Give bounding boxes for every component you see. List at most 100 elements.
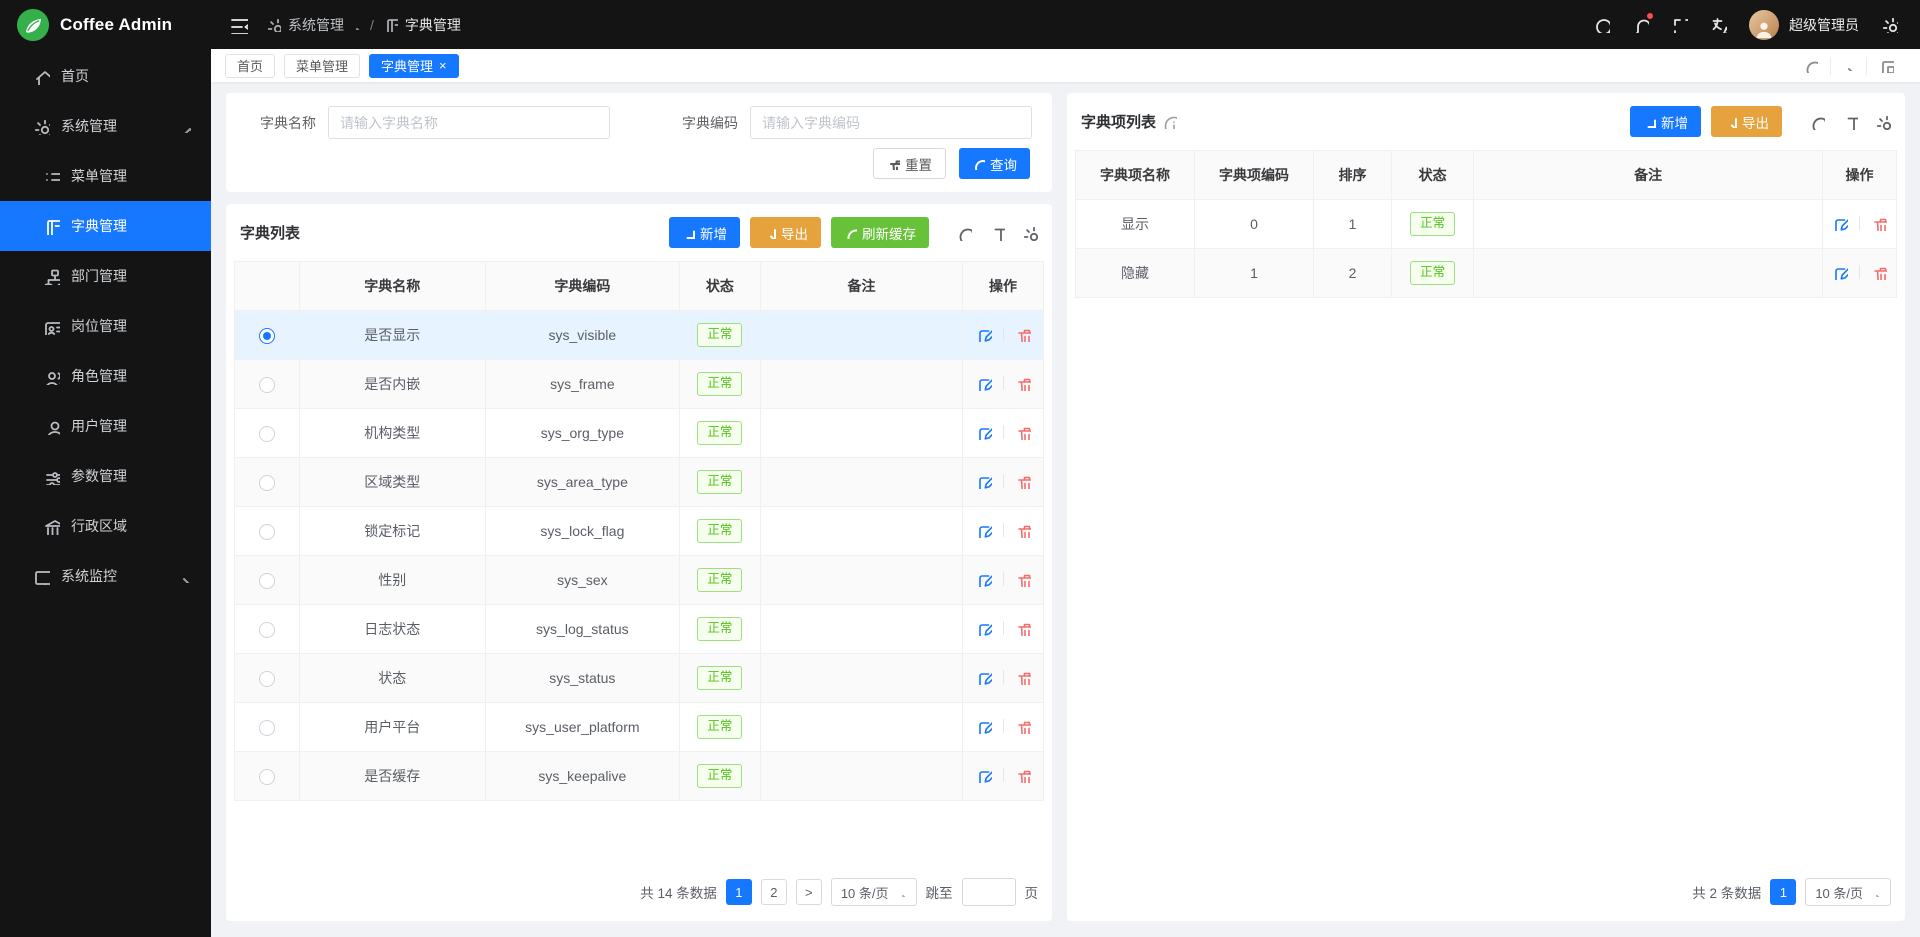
row-radio[interactable] [259,328,275,344]
delete-icon[interactable] [1015,571,1031,587]
edit-icon[interactable] [976,326,992,342]
export-button[interactable]: 导出 [750,217,821,248]
settings-gear-icon[interactable] [1881,16,1898,33]
sidebar-group-system[interactable]: 系统管理 [0,101,211,151]
edit-icon[interactable] [976,522,992,538]
dict-table-row[interactable]: 用户平台sys_user_platform正常 [235,703,1044,752]
dict-name-input[interactable] [328,106,610,139]
sidebar-item-home[interactable]: 首页 [0,51,211,101]
sidebar-item-menu-mgmt[interactable]: 菜单管理 [0,151,211,201]
edit-icon[interactable] [1832,264,1848,280]
delete-icon[interactable] [1015,326,1031,342]
tab-close-icon[interactable] [439,58,447,73]
row-radio[interactable] [259,524,275,540]
item-add-button[interactable]: 新增 [1630,106,1701,137]
sidebar-item-dict-mgmt[interactable]: 字典管理 [0,201,211,251]
delete-icon[interactable] [1015,375,1031,391]
edit-icon[interactable] [976,424,992,440]
delete-icon[interactable] [1015,620,1031,636]
menu-fold-icon[interactable] [229,15,248,34]
sidebar-item-role-mgmt[interactable]: 角色管理 [0,351,211,401]
edit-icon[interactable] [976,669,992,685]
row-radio[interactable] [259,475,275,491]
delete-icon[interactable] [1015,522,1031,538]
dict-table-row[interactable]: 是否缓存sys_keepalive正常 [235,752,1044,801]
column-header: 备注 [1474,151,1823,200]
item-table-row[interactable]: 显示01正常 [1076,200,1897,249]
edit-icon[interactable] [1832,215,1848,231]
dict-table-row[interactable]: 日志状态sys_log_status正常 [235,605,1044,654]
delete-icon[interactable] [1015,767,1031,783]
dict-code-input[interactable] [750,106,1032,139]
sidebar-item-dept-mgmt[interactable]: 部门管理 [0,251,211,301]
row-radio[interactable] [259,769,275,785]
item-table-row[interactable]: 隐藏12正常 [1076,249,1897,298]
page-button-1[interactable]: 1 [726,879,752,905]
dict-table-row[interactable]: 性别sys_sex正常 [235,556,1044,605]
sidebar-item-user-mgmt[interactable]: 用户管理 [0,401,211,451]
page-size-select[interactable]: 10 条/页 [1805,878,1891,906]
row-radio[interactable] [259,622,275,638]
radio-cell [235,409,300,458]
row-radio[interactable] [259,377,275,393]
row-radio[interactable] [259,720,275,736]
row-radio[interactable] [259,426,275,442]
sidebar-item-param-mgmt[interactable]: 参数管理 [0,451,211,501]
dict-table-row[interactable]: 是否内嵌sys_frame正常 [235,360,1044,409]
trash-icon [887,157,900,170]
username[interactable]: 超级管理员 [1789,15,1859,35]
edit-icon[interactable] [976,375,992,391]
operations-cell [963,360,1044,409]
row-radio[interactable] [259,671,275,687]
dict-table-row[interactable]: 是否显示sys_visible正常 [235,311,1044,360]
dict-table-row[interactable]: 机构类型sys_org_type正常 [235,409,1044,458]
column-settings-gear-icon[interactable] [1875,114,1891,130]
tab-layout-icon[interactable] [1866,57,1906,75]
add-button[interactable]: 新增 [669,217,740,248]
query-button[interactable]: 查询 [959,148,1030,179]
tab-chevron-down-icon[interactable] [1830,57,1866,75]
delete-icon[interactable] [1015,718,1031,734]
bell-icon[interactable] [1632,16,1649,33]
edit-icon[interactable] [976,767,992,783]
edit-icon[interactable] [976,473,992,489]
tab-home[interactable]: 首页 [225,54,275,78]
table-refresh-icon[interactable] [956,225,972,241]
page-button-2[interactable]: 2 [761,879,787,905]
info-icon[interactable] [1162,114,1177,129]
avatar[interactable] [1749,10,1779,40]
tab-refresh-icon[interactable] [1791,57,1830,75]
page-size-select[interactable]: 10 条/页 [831,878,917,906]
sidebar-item-region[interactable]: 行政区域 [0,501,211,551]
delete-icon[interactable] [1871,264,1887,280]
column-settings-gear-icon[interactable] [1022,225,1038,241]
fullscreen-icon[interactable] [1671,16,1688,33]
page-button-1[interactable]: 1 [1770,879,1796,905]
tab-menu-mgmt[interactable]: 菜单管理 [284,54,360,78]
density-icon[interactable] [1842,114,1858,130]
sidebar-group-monitor[interactable]: 系统监控 [0,551,211,601]
delete-icon[interactable] [1015,424,1031,440]
jump-page-input[interactable] [962,878,1016,906]
delete-icon[interactable] [1871,215,1887,231]
table-refresh-icon[interactable] [1809,114,1825,130]
edit-icon[interactable] [976,718,992,734]
sidebar-item-post-mgmt[interactable]: 岗位管理 [0,301,211,351]
tab-dict-mgmt[interactable]: 字典管理 [369,54,459,78]
edit-icon[interactable] [976,571,992,587]
edit-icon[interactable] [976,620,992,636]
breadcrumb-item[interactable]: 系统管理 [288,15,344,35]
next-page-button[interactable]: > [796,879,822,905]
dict-table-row[interactable]: 状态sys_status正常 [235,654,1044,703]
row-radio[interactable] [259,573,275,589]
search-icon[interactable] [1593,16,1610,33]
translate-icon[interactable] [1710,16,1727,33]
dict-table-row[interactable]: 区域类型sys_area_type正常 [235,458,1044,507]
item-export-button[interactable]: 导出 [1711,106,1782,137]
reset-button[interactable]: 重置 [873,148,946,179]
density-icon[interactable] [989,225,1005,241]
delete-icon[interactable] [1015,473,1031,489]
dict-table-row[interactable]: 锁定标记sys_lock_flag正常 [235,507,1044,556]
refresh-cache-button[interactable]: 刷新缓存 [831,217,929,248]
delete-icon[interactable] [1015,669,1031,685]
